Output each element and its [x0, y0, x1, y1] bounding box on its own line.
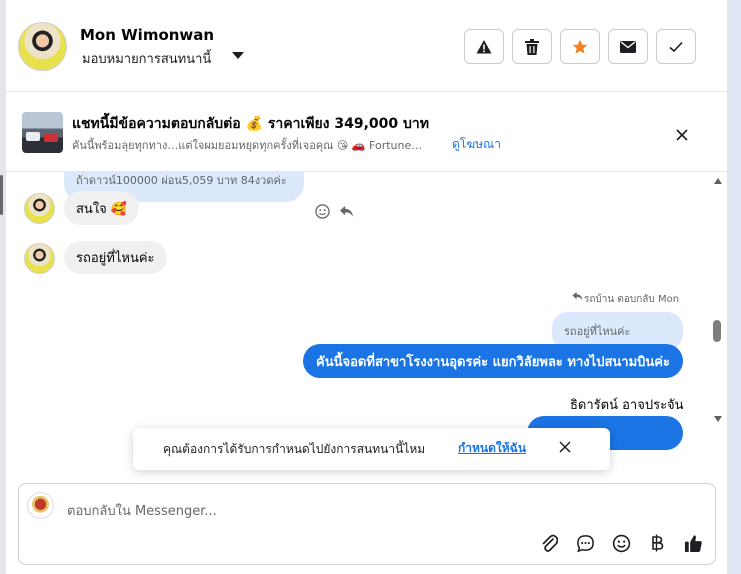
checkmark-icon [669, 41, 683, 52]
message-list[interactable]: ถ้าดาวน์100000 ผ่อน5,059 บาท 84งวดค่ะ สน… [6, 172, 727, 470]
assign-prompt-text: คุณต้องการได้รับการกำหนดไปยังการสนทนานี้… [163, 442, 426, 456]
trash-icon [525, 38, 539, 55]
attach-button[interactable] [538, 532, 560, 554]
left-frame-marker [0, 175, 3, 215]
scroll-down-arrow[interactable] [714, 416, 722, 422]
mark-done-button[interactable] [656, 29, 696, 64]
page-avatar [27, 492, 54, 519]
message-input[interactable]: ตอบกลับใน Messenger... [67, 500, 217, 521]
payment-button[interactable] [646, 532, 668, 554]
right-frame [727, 0, 741, 574]
assign-conversation-dropdown[interactable]: มอบหมายการสนทนานี้ [82, 48, 211, 69]
mark-unread-button[interactable] [608, 29, 648, 64]
caret-down-icon[interactable] [232, 52, 244, 59]
reply-icon[interactable] [339, 205, 354, 218]
delete-button[interactable] [512, 29, 552, 64]
reply-context-note: รถบ้าน ตอบกลับ Mon [584, 294, 680, 305]
sender-avatar [24, 193, 55, 224]
close-icon[interactable] [559, 441, 571, 453]
contact-avatar[interactable] [18, 22, 67, 71]
attach-icon [542, 534, 558, 552]
assign-prompt-toast: คุณต้องการได้รับการกำหนดไปยังการสนทนานี้… [133, 428, 610, 470]
report-spam-button[interactable] [464, 29, 504, 64]
reply-arrow-icon [572, 291, 583, 301]
assign-to-me-link[interactable]: กำหนดให้ฉัน [458, 439, 526, 458]
ad-subtitle: คันนี้พร้อมลุยทุกทาง…แต่ใจผมยอมหยุดทุกคร… [72, 139, 423, 152]
saved-replies-button[interactable] [574, 532, 596, 554]
scroll-up-arrow[interactable] [714, 178, 722, 184]
emoji-button[interactable] [610, 532, 632, 554]
baht-icon [652, 534, 664, 552]
thumbs-up-button[interactable] [682, 532, 704, 554]
warning-icon [476, 39, 492, 53]
outgoing-message[interactable]: คันนี้จอดที่สาขาโรงงานอุดรค่ะ แยกวิลัยพล… [303, 344, 683, 378]
ad-title: แชทนี้มีข้อความตอบกลับต่อ 💰 ราคาเพียง 34… [72, 116, 430, 132]
message-scrollbar[interactable] [709, 172, 727, 432]
star-icon [572, 39, 588, 54]
emoji-icon [612, 534, 630, 552]
conversation-header: Mon Wimonwan มอบหมายการสนทนานี้ [6, 0, 727, 92]
thumbs-up-icon [684, 534, 702, 552]
saved-replies-icon [576, 534, 594, 552]
sender-name: ธิดารัตน์ อาจประจัน [570, 398, 684, 413]
smiley-react-icon[interactable] [315, 204, 330, 219]
contact-name[interactable]: Mon Wimonwan [80, 26, 214, 44]
scroll-thumb[interactable] [713, 320, 721, 342]
star-button[interactable] [560, 29, 600, 64]
view-ad-link[interactable]: ดูโฆษณา [452, 135, 501, 154]
message-composer[interactable]: ตอบกลับใน Messenger... [18, 483, 716, 565]
close-icon[interactable] [676, 129, 688, 141]
incoming-message[interactable]: รถอยู่ที่ไหนค่ะ [64, 241, 167, 274]
ad-thumbnail[interactable] [22, 112, 63, 153]
incoming-message[interactable]: สนใจ 🥰 [64, 191, 140, 225]
envelope-icon [620, 40, 636, 53]
sender-avatar [24, 243, 55, 274]
ad-context-bar: แชทนี้มีข้อความตอบกลับต่อ 💰 ราคาเพียง 34… [6, 93, 727, 172]
